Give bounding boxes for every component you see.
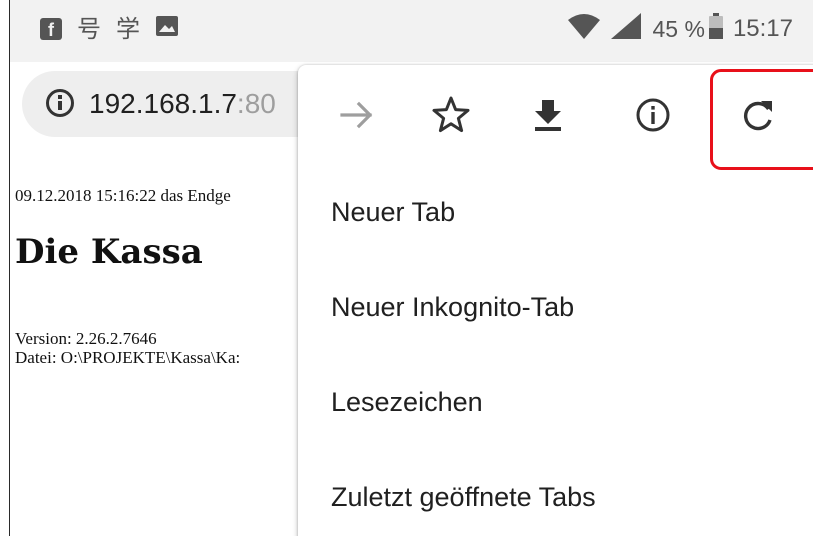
signal-icon xyxy=(609,12,643,45)
status-bar: f 号 学 45 % 15:17 xyxy=(10,0,813,62)
site-info-icon[interactable] xyxy=(46,89,74,117)
menu-item-new-tab[interactable]: Neuer Tab xyxy=(331,195,455,229)
version-line: Version: 2.26.2.7646 xyxy=(15,329,157,348)
page-title: Die Kassa xyxy=(15,232,203,272)
download-icon[interactable] xyxy=(520,87,576,143)
battery-percent: 45 % xyxy=(652,15,705,42)
menu-item-bookmarks[interactable]: Lesezeichen xyxy=(331,385,483,419)
info-icon[interactable] xyxy=(625,87,681,143)
menu-item-recent-tabs[interactable]: Zuletzt geöffnete Tabs xyxy=(331,480,596,514)
menu-item-new-incognito-tab[interactable]: Neuer Inkognito-Tab xyxy=(331,290,574,324)
system-icons: 45 % 15:17 xyxy=(567,12,793,45)
facebook-icon: f xyxy=(40,17,62,40)
star-icon[interactable] xyxy=(423,87,479,143)
wifi-icon xyxy=(567,12,601,45)
clock: 15:17 xyxy=(732,14,793,42)
forward-icon[interactable] xyxy=(330,87,386,143)
refresh-highlight-box xyxy=(710,69,813,170)
chinese-app-icon-xue: 学 xyxy=(116,14,140,43)
url-host: 192.168.1.7 xyxy=(89,88,237,119)
timestamp-line: 09.12.2018 15:16:22 das Endge xyxy=(15,186,231,205)
image-icon xyxy=(155,14,179,43)
overflow-menu: Neuer Tab Neuer Inkognito-Tab Lesezeiche… xyxy=(298,65,813,536)
url-port: :80 xyxy=(236,88,276,119)
left-edge-border xyxy=(0,0,10,536)
screenshot-frame: f 号 学 45 % 15:17 192.168.1.7:80 09.12.20… xyxy=(0,0,813,536)
notification-icons: f 号 学 xyxy=(40,14,179,43)
url-text[interactable]: 192.168.1.7:80 xyxy=(89,87,276,121)
battery-icon xyxy=(708,13,723,44)
file-path-line: Datei: O:\PROJEKTE\Kassa\Ka: xyxy=(15,348,241,367)
chinese-app-icon-hao: 号 xyxy=(77,14,101,43)
menu-icon-row xyxy=(298,65,813,170)
